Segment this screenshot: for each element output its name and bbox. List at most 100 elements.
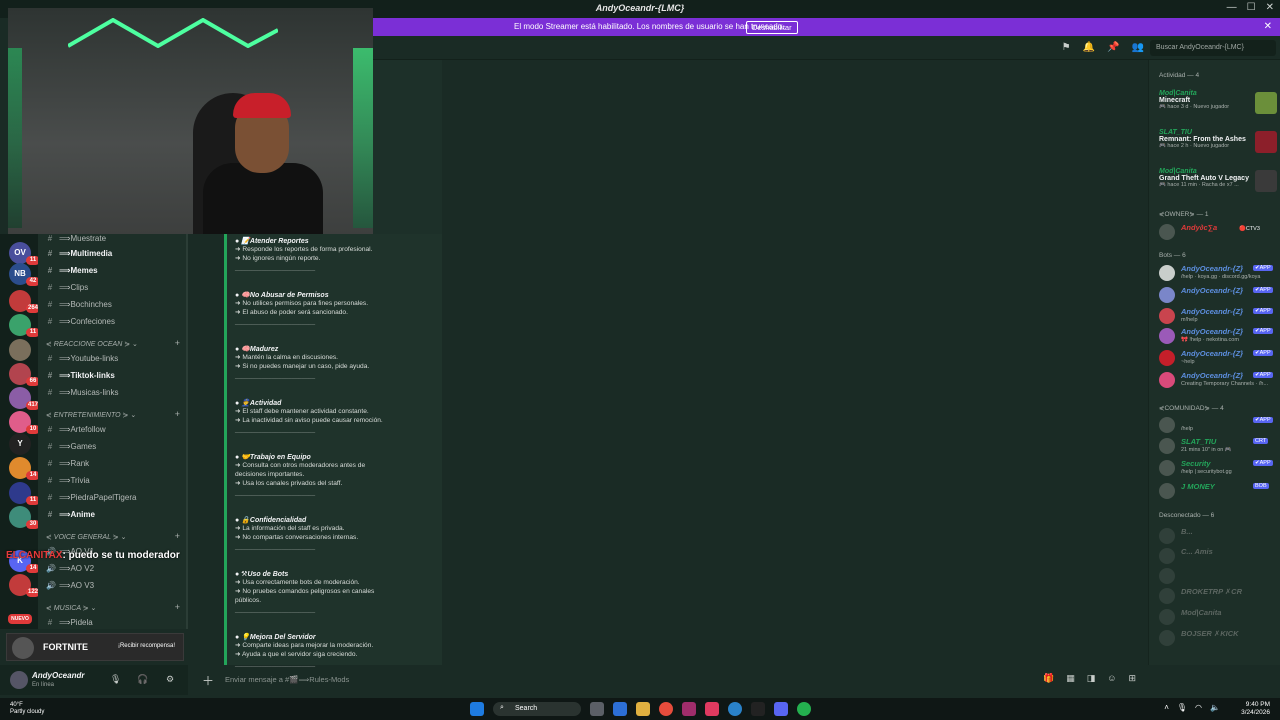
folder-icon[interactable] (636, 702, 650, 716)
members-icon[interactable]: 👥 (1132, 42, 1144, 53)
disable-streamer-button[interactable]: Deshabilitar (746, 21, 798, 34)
server-icon[interactable]: 10 (9, 411, 40, 434)
member-item[interactable]: Mod|Canita (1159, 607, 1280, 625)
gift-icon[interactable]: 🎁 (1043, 673, 1054, 684)
channel-item[interactable]: # ⟹Muestrate (46, 231, 106, 246)
claim-reward-button[interactable]: ¡Recibir recompensa! (118, 643, 175, 649)
member-item[interactable]: BOJSER ✗KICK (1159, 628, 1280, 646)
sticker-icon[interactable]: ◨ (1087, 673, 1096, 684)
server-icon[interactable]: 264 (9, 290, 41, 313)
volume-icon[interactable]: 🔈 (1210, 703, 1220, 712)
microphone-icon[interactable]: 🎙 (1177, 703, 1187, 712)
add-channel-icon[interactable]: + (175, 531, 180, 541)
server-icon[interactable]: NB 42 (9, 263, 40, 286)
channel-item[interactable]: # ⟹Multimedia (46, 246, 112, 261)
member-item[interactable]: AndyOceandr-{Z}/help · koya.gg · discord… (1159, 263, 1280, 281)
spotify-icon[interactable] (797, 702, 811, 716)
member-item[interactable]: Security/help | securitybot.gg ✔APP (1159, 458, 1280, 476)
channel-item[interactable]: # ⟹Bochinches (46, 297, 112, 312)
task-view-icon[interactable] (590, 702, 604, 716)
member-item[interactable]: /help ✔APP (1159, 415, 1280, 433)
channel-item[interactable]: # ⟹Artefollow (46, 422, 106, 437)
message-composer[interactable]: ＋ Enviar mensaje a #🎬⟹Rules-Mods 🎁 ▦ ◨ ☺… (196, 670, 1146, 690)
discord-icon[interactable] (774, 702, 788, 716)
chevron-up-icon[interactable]: ˄ (1164, 703, 1169, 712)
channel-item[interactable]: # ⟹Trivia (46, 473, 90, 488)
add-channel-icon[interactable]: + (175, 409, 180, 419)
start-icon[interactable] (470, 702, 484, 716)
member-item[interactable]: DROKETRP ✗CR (1159, 586, 1280, 604)
channel-category[interactable]: ⋞ REACCIONE OCEAN ⋟ ⌄ (46, 340, 138, 348)
member-item[interactable]: SLAT_TIU 21 mins 10" in on 🎮 CRT (1159, 436, 1280, 454)
member-item[interactable]: AndyOceandr-{Z} ✔APP (1159, 285, 1280, 303)
clock[interactable]: 9:40 PM 3/24/2026 (1241, 701, 1270, 717)
add-channel-icon[interactable]: + (175, 338, 180, 348)
member-item[interactable] (1159, 566, 1280, 584)
activity-card[interactable]: Mod|Canita Grand Theft Auto V Legacy 🎮 hac… (1159, 168, 1277, 204)
close-icon[interactable]: ✕ (1266, 2, 1274, 13)
member-item[interactable]: J MONEY BOB (1159, 481, 1280, 499)
channel-item[interactable]: # ⟹Memes (46, 263, 98, 278)
member-item[interactable]: AndyOceandr-{Z} 🎀 !help · nekotina.com ✔AP… (1159, 326, 1280, 344)
channel-category[interactable]: ⋞ VOICE GENERAL ⋟ ⌄ (46, 533, 127, 541)
chrome-icon[interactable] (659, 702, 673, 716)
microphone-icon[interactable]: 🎙 (110, 674, 121, 685)
close-banner-icon[interactable]: ✕ (1264, 21, 1272, 32)
app-icon[interactable] (705, 702, 719, 716)
owner-member[interactable]: Andy∂c∑a 🔴CTV3 (1159, 222, 1280, 240)
avatar[interactable] (10, 671, 28, 689)
channel-item[interactable]: # ⟹Rank (46, 456, 89, 471)
channel-scrollbar[interactable] (186, 234, 188, 629)
server-icon[interactable] (9, 339, 31, 361)
member-item[interactable]: AndyOceandr-{Z} ~help ✔APP (1159, 348, 1280, 366)
channel-category[interactable]: ⋞ ENTRETENIMIENTO ⋟ ⌄ (46, 411, 136, 419)
taskbar-search[interactable]: ⌕ Search (493, 702, 581, 716)
edge-icon[interactable] (613, 702, 627, 716)
activity-card[interactable]: Mod|Canita Minecraft 🎮 hace 3 d · Nuevo ju… (1159, 90, 1277, 126)
channel-item[interactable]: 🔊 ⟹AO V2 (46, 561, 94, 576)
channel-item[interactable]: # ⟹Games (46, 439, 97, 454)
server-icon[interactable]: 122 (9, 574, 41, 597)
emoji-icon[interactable]: ☺ (1107, 673, 1116, 684)
minimize-icon[interactable]: — (1227, 2, 1237, 13)
threads-icon[interactable]: ⚑ (1062, 42, 1071, 53)
add-attachment-icon[interactable]: ＋ (202, 672, 214, 689)
member-item[interactable]: C... Amis (1159, 546, 1280, 564)
activity-card[interactable]: SLAT_TIU Remnant: From the Ashes 🎮 hace 2 … (1159, 129, 1277, 165)
server-icon[interactable]: NUEVO (8, 614, 32, 624)
channel-item[interactable]: # ⟹PiedraPapelTigera (46, 490, 137, 505)
channel-item[interactable]: # ⟹Confeciones (46, 314, 115, 329)
server-icon[interactable]: 11 (9, 482, 40, 505)
headphones-icon[interactable]: 🎧 (137, 674, 148, 685)
gif-icon[interactable]: ▦ (1066, 673, 1075, 684)
channel-item[interactable]: # ⟹Anime (46, 507, 95, 522)
server-icon[interactable]: 11 (9, 314, 40, 337)
channel-item[interactable]: 🔊 ⟹AO V3 (46, 578, 94, 593)
server-icon[interactable]: 417 (9, 387, 41, 410)
wifi-icon[interactable]: ◠ (1195, 703, 1202, 712)
notification-bell-icon[interactable]: 🔔 (1083, 42, 1095, 53)
channel-item[interactable]: # ⟹Pidela (46, 615, 93, 630)
app-icon[interactable] (682, 702, 696, 716)
member-item[interactable]: B... (1159, 526, 1280, 544)
channel-item[interactable]: # ⟹Musicas-links (46, 385, 119, 400)
channel-item[interactable]: # ⟹Tiktok-links (46, 368, 115, 383)
server-icon[interactable]: 14 (9, 457, 40, 480)
member-item[interactable]: AndyOceandr-{Z} m!help ✔APP (1159, 306, 1280, 324)
gear-icon[interactable]: ⚙ (166, 674, 174, 685)
maximize-icon[interactable]: ☐ (1247, 2, 1256, 13)
server-icon[interactable]: 30 (9, 506, 40, 529)
server-icon[interactable]: 66 (9, 363, 40, 386)
search-input[interactable]: Buscar AndyOceandr-{LMC} (1150, 40, 1276, 56)
edge-icon[interactable] (728, 702, 742, 716)
apps-icon[interactable]: ⊞ (1128, 673, 1136, 684)
member-item[interactable]: AndyOceandr-{Z} Creating Temporary Channe… (1159, 370, 1280, 388)
message-input[interactable]: Enviar mensaje a #🎬⟹Rules-Mods (225, 675, 349, 684)
server-icon[interactable]: OV 11 (9, 242, 40, 265)
game-promo[interactable]: FORTNITE ¡Recibir recompensa! (6, 633, 184, 661)
channel-category[interactable]: ⋞ MUSICA ⋟ ⌄ (46, 604, 96, 612)
channel-item[interactable]: # ⟹Youtube-links (46, 351, 118, 366)
app-icon[interactable] (751, 702, 765, 716)
weather-widget[interactable]: 40°F Partly cloudy (10, 702, 44, 716)
server-icon[interactable]: Y (9, 433, 31, 455)
